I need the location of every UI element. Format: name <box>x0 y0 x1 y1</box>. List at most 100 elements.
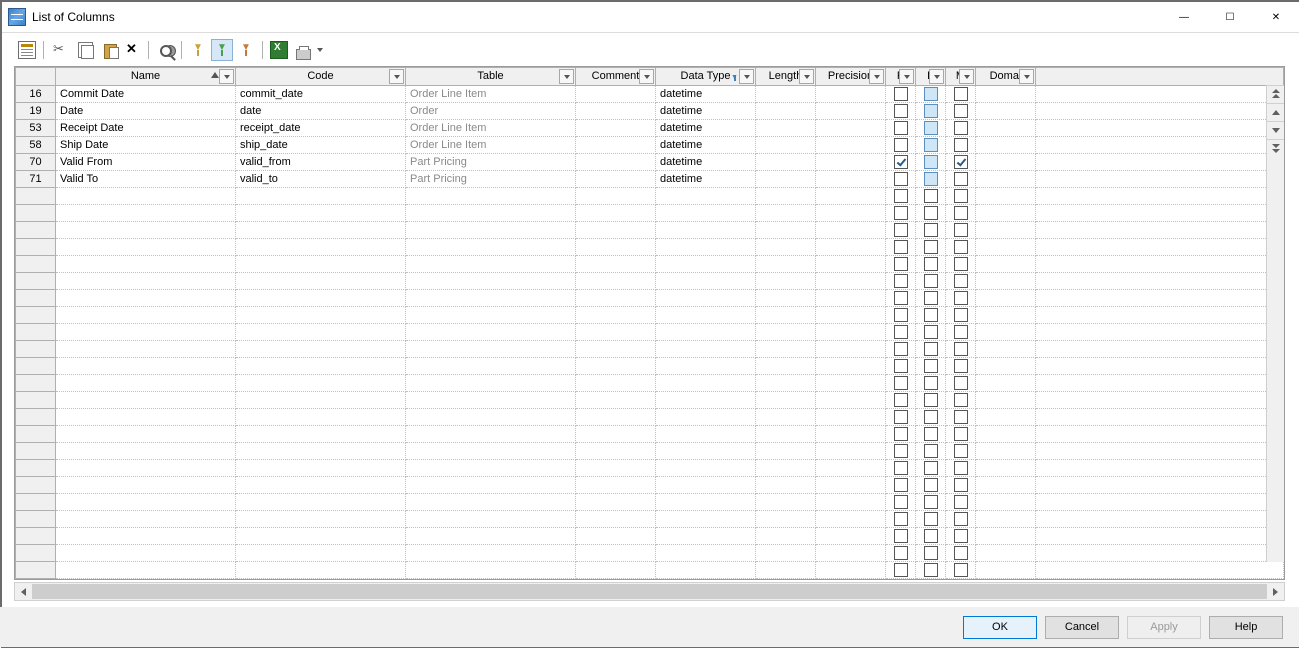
checkbox[interactable] <box>924 138 938 152</box>
table-row-empty[interactable] <box>16 545 1284 562</box>
row-number[interactable] <box>16 511 56 528</box>
table-row-empty[interactable] <box>16 188 1284 205</box>
table-row-empty[interactable] <box>16 358 1284 375</box>
row-number[interactable] <box>16 205 56 222</box>
row-number[interactable] <box>16 239 56 256</box>
checkbox[interactable] <box>954 172 968 186</box>
checkbox[interactable] <box>894 478 908 492</box>
checkbox[interactable] <box>954 308 968 322</box>
cell-precision[interactable] <box>816 86 886 103</box>
row-number[interactable] <box>16 256 56 273</box>
cell-table[interactable]: Part Pricing <box>406 171 576 188</box>
checkbox[interactable] <box>924 223 938 237</box>
ok-button[interactable]: OK <box>963 616 1037 639</box>
checkbox[interactable] <box>924 427 938 441</box>
cell-domain[interactable] <box>976 171 1036 188</box>
checkbox[interactable] <box>894 223 908 237</box>
cell-f[interactable] <box>916 171 946 188</box>
cell-domain[interactable] <box>976 103 1036 120</box>
checkbox[interactable] <box>954 138 968 152</box>
cell-datatype[interactable]: datetime <box>656 103 756 120</box>
table-row[interactable]: 16Commit Datecommit_dateOrder Line Itemd… <box>16 86 1284 103</box>
checkbox[interactable] <box>954 410 968 424</box>
row-number[interactable]: 58 <box>16 137 56 154</box>
p-filter-dropdown[interactable] <box>899 69 914 84</box>
name-filter-dropdown[interactable] <box>219 69 234 84</box>
close-button[interactable]: ✕ <box>1253 2 1299 32</box>
cell-precision[interactable] <box>816 137 886 154</box>
table-row-empty[interactable] <box>16 392 1284 409</box>
table-row-empty[interactable] <box>16 562 1284 579</box>
cell-length[interactable] <box>756 103 816 120</box>
cell-f[interactable] <box>916 120 946 137</box>
cell-precision[interactable] <box>816 171 886 188</box>
scroll-down-button[interactable] <box>1267 121 1284 139</box>
copy-button[interactable] <box>73 39 95 61</box>
checkbox[interactable] <box>954 393 968 407</box>
cell-f[interactable] <box>916 137 946 154</box>
code-header[interactable]: Code <box>236 68 406 86</box>
table-row-empty[interactable] <box>16 239 1284 256</box>
cell-datatype[interactable]: datetime <box>656 171 756 188</box>
minimize-button[interactable]: — <box>1161 2 1207 32</box>
print-dropdown[interactable] <box>316 39 323 61</box>
cell-name[interactable]: Receipt Date <box>56 120 236 137</box>
cell-p[interactable] <box>886 120 916 137</box>
checkbox[interactable] <box>894 308 908 322</box>
checkbox[interactable] <box>954 529 968 543</box>
checkbox[interactable] <box>924 495 938 509</box>
cell-m[interactable] <box>946 86 976 103</box>
cell-m[interactable] <box>946 103 976 120</box>
checkbox[interactable] <box>954 121 968 135</box>
cell-p[interactable] <box>886 137 916 154</box>
row-number[interactable] <box>16 273 56 290</box>
f-filter-dropdown[interactable] <box>929 69 944 84</box>
checkbox[interactable] <box>894 240 908 254</box>
checkbox[interactable] <box>894 291 908 305</box>
checkbox[interactable] <box>954 257 968 271</box>
rownum-header[interactable] <box>16 68 56 86</box>
cell-precision[interactable] <box>816 103 886 120</box>
checkbox[interactable] <box>894 104 908 118</box>
vertical-scrollbar[interactable] <box>1266 85 1284 562</box>
cell-p[interactable] <box>886 103 916 120</box>
checkbox[interactable] <box>894 155 908 169</box>
checkbox[interactable] <box>894 189 908 203</box>
table-row-empty[interactable] <box>16 579 1284 581</box>
cell-name[interactable]: Valid To <box>56 171 236 188</box>
table-row-empty[interactable] <box>16 273 1284 290</box>
checkbox[interactable] <box>894 546 908 560</box>
cell-p[interactable] <box>886 86 916 103</box>
row-number[interactable] <box>16 375 56 392</box>
cell-code[interactable]: valid_to <box>236 171 406 188</box>
table-row[interactable]: 19DatedateOrderdatetime <box>16 103 1284 120</box>
cell-datatype[interactable]: datetime <box>656 120 756 137</box>
print-button[interactable] <box>292 39 314 61</box>
cell-m[interactable] <box>946 171 976 188</box>
row-number[interactable] <box>16 443 56 460</box>
table-row-empty[interactable] <box>16 528 1284 545</box>
table-row-empty[interactable] <box>16 222 1284 239</box>
checkbox[interactable] <box>924 512 938 526</box>
cell-code[interactable]: receipt_date <box>236 120 406 137</box>
domain-filter-dropdown[interactable] <box>1019 69 1034 84</box>
help-button[interactable]: Help <box>1209 616 1283 639</box>
cell-length[interactable] <box>756 137 816 154</box>
cell-datatype[interactable]: datetime <box>656 86 756 103</box>
checkbox[interactable] <box>924 410 938 424</box>
checkbox[interactable] <box>954 512 968 526</box>
checkbox[interactable] <box>894 563 908 577</box>
checkbox[interactable] <box>894 495 908 509</box>
checkbox[interactable] <box>954 274 968 288</box>
checkbox[interactable] <box>954 427 968 441</box>
customize-filter-button[interactable] <box>187 39 209 61</box>
checkbox[interactable] <box>924 529 938 543</box>
datatype-header[interactable]: Data Type <box>656 68 756 86</box>
checkbox[interactable] <box>894 444 908 458</box>
checkbox[interactable] <box>924 546 938 560</box>
row-number[interactable] <box>16 426 56 443</box>
checkbox[interactable] <box>924 257 938 271</box>
checkbox[interactable] <box>894 257 908 271</box>
m-header[interactable]: M <box>946 68 976 86</box>
checkbox[interactable] <box>894 138 908 152</box>
